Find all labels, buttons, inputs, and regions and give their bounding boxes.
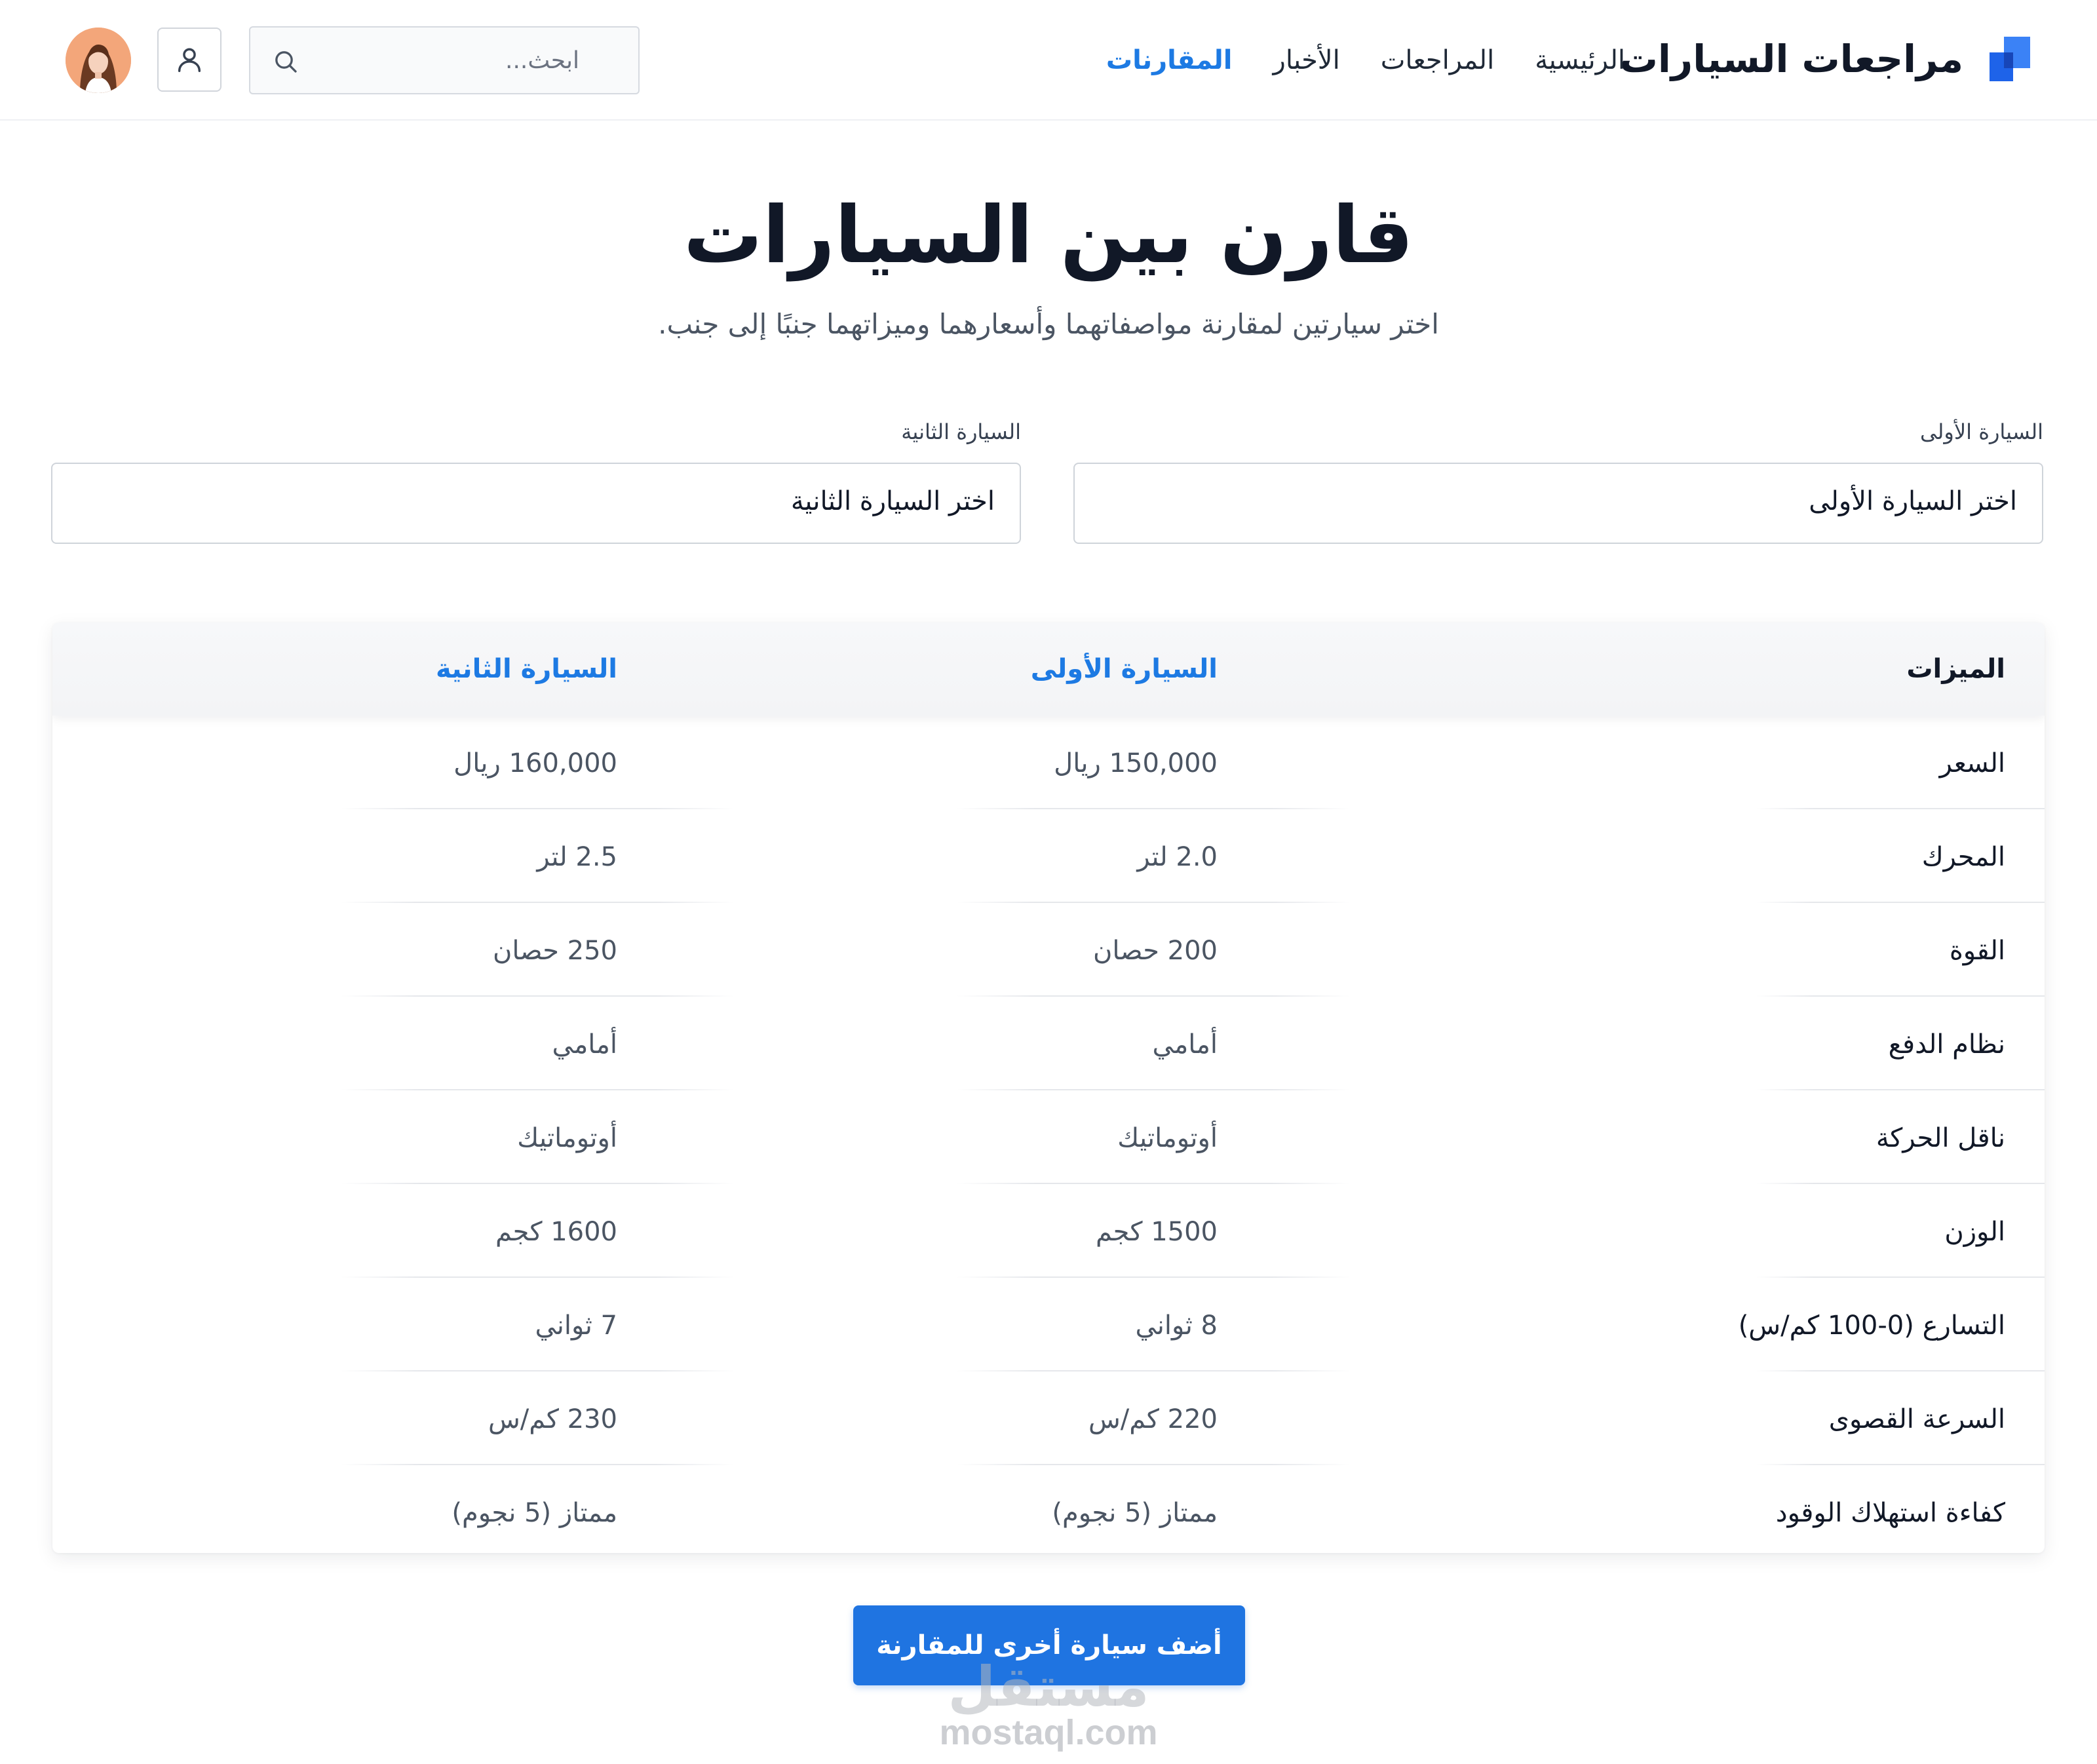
comparison-table: الميزات السيارة الأولى السيارة الثانية ا… xyxy=(52,623,2045,1553)
feature-cell: ناقل الحركة xyxy=(1876,1123,2005,1153)
table-row: نظام الدفع أمامي أمامي xyxy=(52,997,2045,1090)
nav-item-reviews[interactable]: المراجعات xyxy=(1381,45,1494,75)
watermark-latin: mostaql.com xyxy=(939,1713,1158,1752)
page-title: قارن بين السيارات xyxy=(683,190,1414,281)
car1-value-cell: 8 ثواني xyxy=(1135,1311,1218,1341)
car2-value-cell: 160,000 ريال xyxy=(453,748,617,778)
second-car-select[interactable]: اختر السيارة الثانية xyxy=(51,463,1021,544)
feature-cell: السعر xyxy=(1939,748,2005,778)
table-row: السرعة القصوى 220 كم/س 230 كم/س xyxy=(52,1371,2045,1465)
table-row: كفاءة استهلاك الوقود ممتاز (5 نجوم) ممتا… xyxy=(52,1465,2045,1553)
car2-value-cell: أوتوماتيك xyxy=(517,1123,617,1153)
second-car-label: السيارة الثانية xyxy=(901,419,1021,444)
car2-value-cell: 250 حصان xyxy=(492,936,617,966)
car2-value-cell: 2.5 لتر xyxy=(537,842,617,872)
header-features: الميزات xyxy=(1906,654,2005,684)
table-row: ناقل الحركة أوتوماتيك أوتوماتيك xyxy=(52,1090,2045,1184)
car1-value-cell: 150,000 ريال xyxy=(1054,748,1218,778)
account-button[interactable] xyxy=(157,28,221,92)
page-subtitle: اختر سيارتين لمقارنة مواصفاتهما وأسعارهم… xyxy=(658,308,1439,340)
header-car1: السيارة الأولى xyxy=(1030,654,1218,684)
first-car-label: السيارة الأولى xyxy=(1920,419,2043,444)
car1-value-cell: أوتوماتيك xyxy=(1117,1123,1218,1153)
table-row: الوزن 1500 كجم 1600 كجم xyxy=(52,1184,2045,1278)
car1-value-cell: 2.0 لتر xyxy=(1137,842,1218,872)
car1-value-cell: 1500 كجم xyxy=(1096,1217,1218,1247)
nav-item-comparisons[interactable]: المقارنات xyxy=(1106,45,1233,75)
search-box xyxy=(249,26,640,94)
car2-value-cell: 1600 كجم xyxy=(495,1217,617,1247)
car1-value-cell: ممتاز (5 نجوم) xyxy=(1052,1498,1218,1528)
header-car2: السيارة الثانية xyxy=(435,654,617,684)
table-row: القوة 200 حصان 250 حصان xyxy=(52,903,2045,997)
nav-item-home[interactable]: الرئيسية xyxy=(1535,45,1625,75)
second-car-select-value: اختر السيارة الثانية xyxy=(790,486,995,516)
brand[interactable]: مراجعات السيارات xyxy=(1620,33,2030,85)
avatar[interactable] xyxy=(66,28,131,93)
feature-cell: الوزن xyxy=(1944,1217,2005,1247)
feature-cell: كفاءة استهلاك الوقود xyxy=(1775,1498,2005,1528)
feature-cell: القوة xyxy=(1949,936,2005,966)
nav-item-news[interactable]: الأخبار xyxy=(1273,45,1340,75)
car2-value-cell: 230 كم/س xyxy=(488,1404,617,1434)
table-header: الميزات السيارة الأولى السيارة الثانية xyxy=(52,623,2045,716)
user-icon xyxy=(178,48,201,72)
feature-cell: السرعة القصوى xyxy=(1828,1404,2005,1434)
top-navbar: مراجعات السيارات الرئيسية المراجعات الأخ… xyxy=(0,0,2097,121)
table-row: التسارع (0-100 كم/س) 8 ثواني 7 ثواني xyxy=(52,1278,2045,1371)
feature-cell: نظام الدفع xyxy=(1888,1029,2005,1060)
car2-value-cell: أمامي xyxy=(552,1029,618,1060)
first-car-select[interactable]: اختر السيارة الأولى xyxy=(1073,463,2043,544)
add-car-compare-button[interactable]: أضف سيارة أخرى للمقارنة xyxy=(853,1605,1245,1685)
car2-value-cell: ممتاز (5 نجوم) xyxy=(452,1498,617,1528)
main-nav: الرئيسية المراجعات الأخبار المقارنات xyxy=(1106,39,1625,81)
brand-logo-icon xyxy=(1990,37,2030,81)
page: مراجعات السيارات الرئيسية المراجعات الأخ… xyxy=(0,0,2097,1764)
search-input[interactable] xyxy=(298,28,638,93)
first-car-select-value: اختر السيارة الأولى xyxy=(1809,486,2017,516)
table-row: المحرك 2.0 لتر 2.5 لتر xyxy=(52,809,2045,903)
car1-value-cell: 220 كم/س xyxy=(1088,1404,1218,1434)
avatar-portrait-icon xyxy=(66,28,131,93)
car1-value-cell: أمامي xyxy=(1152,1029,1218,1060)
brand-title: مراجعات السيارات xyxy=(1619,37,1963,81)
feature-cell: المحرك xyxy=(1921,842,2005,872)
car2-value-cell: 7 ثواني xyxy=(535,1311,617,1341)
search-icon[interactable] xyxy=(273,48,299,75)
table-row: السعر 150,000 ريال 160,000 ريال xyxy=(52,716,2045,809)
feature-cell: التسارع (0-100 كم/س) xyxy=(1738,1311,2005,1341)
car1-value-cell: 200 حصان xyxy=(1092,936,1218,966)
